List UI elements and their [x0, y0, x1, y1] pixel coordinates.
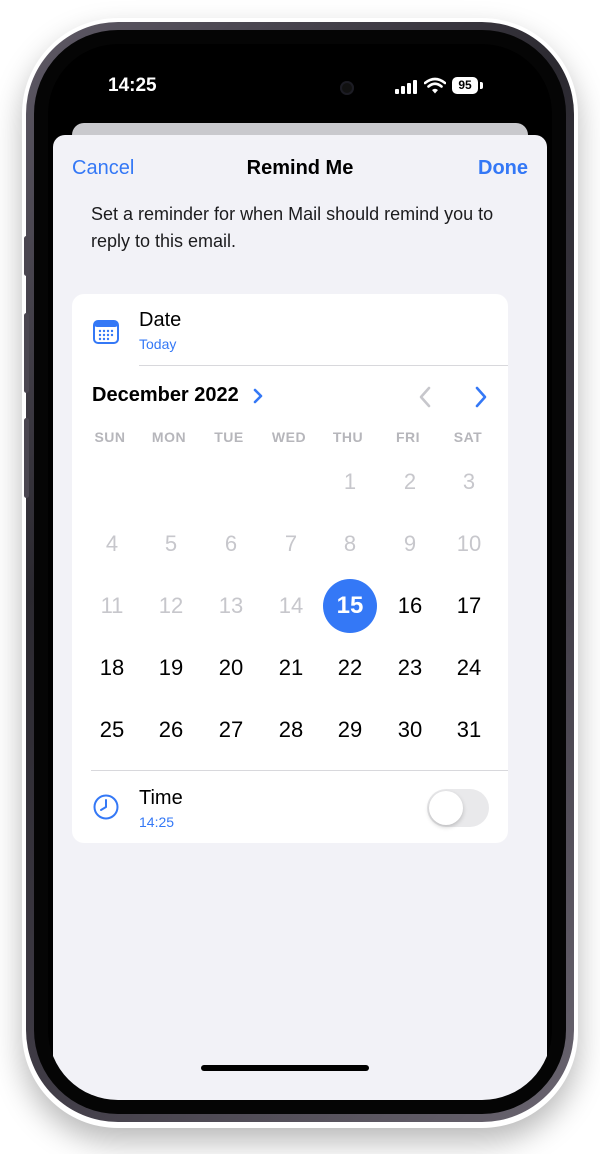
time-label: Time	[139, 787, 183, 809]
dynamic-island	[218, 68, 382, 108]
calendar-day-26[interactable]: 26	[144, 703, 198, 757]
calendar-day-29[interactable]: 29	[323, 703, 377, 757]
calendar-day-31[interactable]: 31	[442, 703, 496, 757]
sheet-title: Remind Me	[246, 157, 354, 179]
calendar-day-14: 14	[278, 593, 304, 618]
date-label: Date	[139, 309, 182, 331]
toggle-knob	[429, 791, 463, 825]
calendar-day-7: 7	[284, 531, 298, 556]
battery-icon: 95	[452, 77, 478, 94]
calendar-day-25[interactable]: 25	[85, 703, 139, 757]
remind-me-sheet: Cancel Remind Me Done Set a reminder for…	[53, 135, 547, 1100]
calendar-day-28[interactable]: 28	[264, 703, 318, 757]
calendar-day-27[interactable]: 27	[204, 703, 258, 757]
calendar-day-4: 4	[105, 531, 119, 556]
calendar-day-3: 3	[462, 469, 476, 494]
description-text: Set a reminder for when Mail should remi…	[91, 204, 494, 251]
calendar-day-21[interactable]: 21	[264, 641, 318, 695]
done-button[interactable]: Done	[478, 157, 528, 180]
calendar-day-12: 12	[158, 593, 184, 618]
date-value: Today	[139, 336, 177, 352]
calendar-day-15[interactable]: 15	[323, 579, 377, 633]
next-month-button[interactable]	[473, 385, 489, 409]
weekday-fri: FRI	[395, 429, 421, 445]
weekday-sun: SUN	[94, 429, 126, 445]
date-row[interactable]: Date Today	[72, 294, 508, 364]
camera-icon	[340, 81, 354, 95]
calendar-day-30[interactable]: 30	[383, 703, 437, 757]
calendar-day-5: 5	[164, 531, 178, 556]
calendar-day-2: 2	[403, 469, 417, 494]
weekday-sat: SAT	[453, 429, 483, 445]
clock-icon	[93, 794, 119, 820]
calendar-day-13: 13	[218, 593, 244, 618]
battery-tip	[480, 82, 483, 89]
previous-month-button[interactable]	[417, 385, 433, 409]
calendar-day-18[interactable]: 18	[85, 641, 139, 695]
calendar-day-17[interactable]: 17	[442, 579, 496, 633]
screen: 14:25 95 Cancel Remind Me Done Set a rem…	[48, 44, 552, 1100]
time-toggle[interactable]	[427, 789, 489, 827]
weekday-thu: THU	[332, 429, 364, 445]
calendar-day-1: 1	[343, 469, 357, 494]
volume-up-button	[24, 313, 29, 393]
calendar-day-24[interactable]: 24	[442, 641, 496, 695]
calendar-day-9: 9	[403, 531, 417, 556]
chevron-right-icon[interactable]	[252, 387, 264, 405]
reminder-card: Date Today December 2022 SUN MON TUE WED…	[72, 294, 508, 843]
wifi-icon	[424, 77, 446, 94]
calendar-day-16[interactable]: 16	[383, 579, 437, 633]
calendar-day-6: 6	[224, 531, 238, 556]
home-indicator[interactable]	[201, 1065, 369, 1071]
time-value: 14:25	[139, 814, 175, 830]
volume-down-button	[24, 418, 29, 498]
action-button	[24, 236, 29, 276]
calendar-day-8: 8	[343, 531, 357, 556]
weekday-wed: WED	[271, 429, 307, 445]
calendar-day-22[interactable]: 22	[323, 641, 377, 695]
calendar-day-19[interactable]: 19	[144, 641, 198, 695]
calendar-day-23[interactable]: 23	[383, 641, 437, 695]
calendar-day-10: 10	[456, 531, 482, 556]
calendar-day-20[interactable]: 20	[204, 641, 258, 695]
weekday-tue: TUE	[214, 429, 244, 445]
weekday-mon: MON	[151, 429, 187, 445]
month-year-button[interactable]: December 2022	[92, 384, 239, 407]
calendar-day-11: 11	[100, 593, 124, 618]
calendar-icon	[93, 320, 119, 344]
status-time: 14:25	[108, 75, 157, 96]
cellular-signal-icon	[395, 80, 417, 94]
date-divider	[139, 365, 508, 366]
